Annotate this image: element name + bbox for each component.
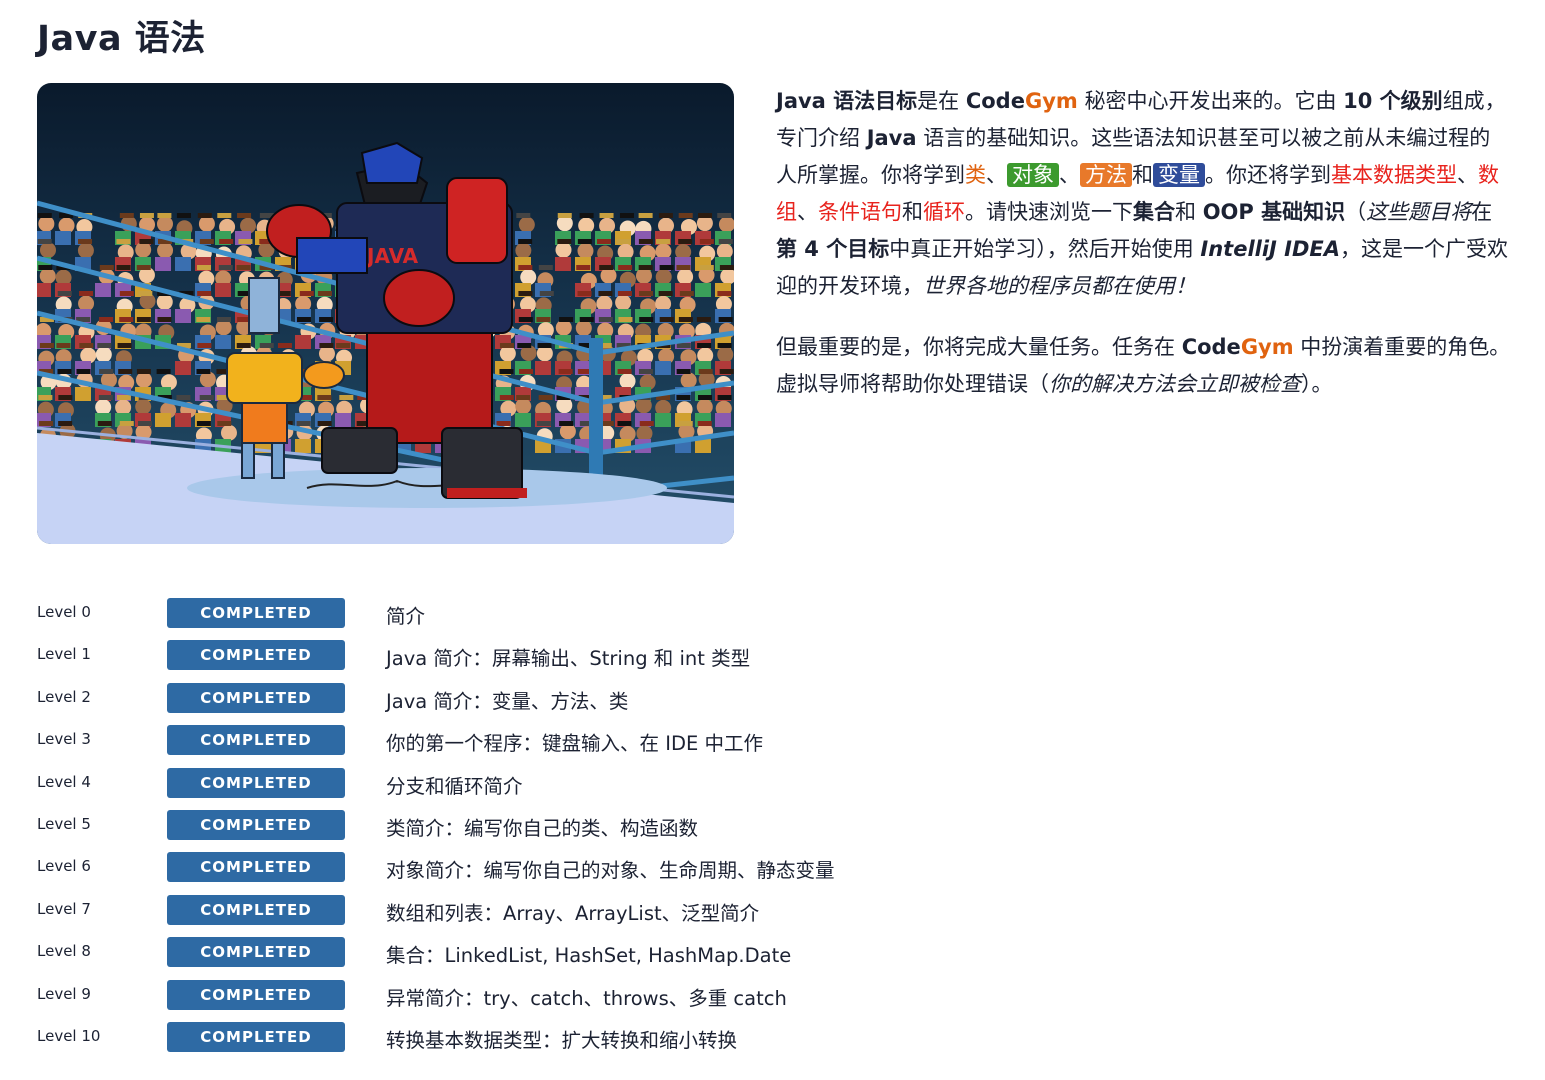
level-status-badge[interactable]: COMPLETED [167,852,345,883]
description-text-segment: Java 语法目标 [776,89,918,113]
description-text-segment: 、 [797,200,818,224]
description-text-segment: 这些题目将 [1366,200,1472,224]
level-title-link[interactable]: 你的第一个程序：键盘输入、在 IDE 中工作 [386,727,763,756]
level-label: Level 1 [37,645,91,664]
description-text-segment: Gym [1240,335,1294,359]
level-status-badge[interactable]: COMPLETED [167,640,345,671]
description-text-segment: 秘密中心开发出来的。它由 [1077,89,1344,113]
description-text-segment: 你的解决方法会立即被检查 [1049,372,1301,396]
level-title-link[interactable]: 数组和列表：Array、ArrayList、泛型简介 [386,897,759,926]
level-row[interactable]: Level 6 COMPLETED 对象简介：编写你自己的对象、生命周期、静态变量 [37,846,1037,888]
level-label: Level 9 [37,984,91,1003]
level-row[interactable]: Level 4 COMPLETED 分支和循环简介 [37,762,1037,804]
level-label: Level 5 [37,814,91,833]
level-status-badge[interactable]: COMPLETED [167,979,345,1010]
level-row[interactable]: Level 8 COMPLETED 集合：LinkedList, HashSet, … [37,931,1037,973]
description-text-segment: 中真正开始学习），然后开始使用 [889,237,1201,261]
level-label: Level 8 [37,942,91,961]
level-title-link[interactable]: 转换基本数据类型：扩大转换和缩小转换 [386,1024,737,1053]
level-title-link[interactable]: 简介 [386,600,425,629]
description-text-segment: 方法 [1080,163,1132,187]
description-text-segment: 基本数据类型 [1331,163,1457,187]
description-text-segment: 和 [1132,163,1153,187]
level-title-link[interactable]: 集合：LinkedList, HashSet, HashMap.Date [386,939,791,968]
description-text-segment: （ [1345,200,1367,224]
description-text-segment: 是在 [917,89,966,113]
level-status-badge[interactable]: COMPLETED [167,894,345,925]
level-row[interactable]: Level 3 COMPLETED 你的第一个程序：键盘输入、在 IDE 中工作 [37,719,1037,761]
description-text-segment: 类 [965,163,986,187]
description-text-segment: Java [866,126,917,150]
level-status-badge[interactable]: COMPLETED [167,809,345,840]
level-row[interactable]: Level 10 COMPLETED 转换基本数据类型：扩大转换和缩小转换 [37,1016,1037,1058]
description-text-segment: 。你还将学到 [1205,163,1331,187]
level-list: Level 0 COMPLETED 简介 Level 1 COMPLETED Java 简… [37,592,1037,1058]
description-text-segment: 、 [1457,163,1478,187]
robot-chest-sign: JAVA [365,244,419,268]
level-label: Level 3 [37,730,91,749]
level-label: Level 0 [37,603,91,621]
level-status-badge[interactable]: COMPLETED [167,767,345,798]
description-text-segment: 、 [986,163,1007,187]
description-text-segment: ）。 [1301,372,1333,396]
description-text-segment: 世界各地的程序员都在使用！ [923,274,1196,298]
description-paragraph-1: Java 语法目标是在 CodeGym 秘密中心开发出来的。它由 10 个级别组… [776,83,1511,305]
level-status-badge[interactable]: COMPLETED [167,725,345,756]
level-status-badge[interactable]: COMPLETED [167,598,345,628]
level-title-link[interactable]: Java 简介：屏幕输出、String 和 int 类型 [386,642,750,671]
description-text-segment: 、 [1059,163,1080,187]
description-text-segment: 和 [902,200,923,224]
level-row[interactable]: Level 1 COMPLETED Java 简介：屏幕输出、String 和 in… [37,634,1037,676]
description-text-segment: Code [965,89,1025,113]
level-title-link[interactable]: 异常简介：try、catch、throws、多重 catch [386,982,787,1011]
description-text-segment: 变量 [1153,163,1205,187]
description-text-segment: 。请快速浏览一下 [965,200,1133,224]
level-row[interactable]: Level 2 COMPLETED Java 简介：变量、方法、类 [37,677,1037,719]
level-label: Level 2 [37,687,91,706]
level-label: Level 7 [37,899,91,918]
description-text-segment: 对象 [1007,163,1059,187]
description-text-segment: 和 [1175,200,1203,224]
level-row[interactable]: Level 5 COMPLETED 类简介：编写你自己的类、构造函数 [37,804,1037,846]
description-text-segment: 集合 [1133,200,1175,224]
page-title: Java 语法 [37,19,206,59]
level-label: Level 10 [37,1026,101,1045]
description-text-segment: Gym [1024,89,1078,113]
level-label: Level 4 [37,772,91,791]
description-text-segment: 条件语句 [818,200,902,224]
level-status-badge[interactable]: COMPLETED [167,1021,345,1052]
description-text-segment: OOP 基础知识 [1202,200,1346,224]
level-title-link[interactable]: 类简介：编写你自己的类、构造函数 [386,812,698,841]
course-description: Java 语法目标是在 CodeGym 秘密中心开发出来的。它由 10 个级别组… [776,83,1511,427]
description-text-segment: 循环 [923,200,965,224]
level-title-link[interactable]: 对象简介：编写你自己的对象、生命周期、静态变量 [386,854,835,883]
level-row[interactable]: Level 0 COMPLETED 简介 [37,592,1037,634]
level-status-badge[interactable]: COMPLETED [167,682,345,713]
description-paragraph-2: 但最重要的是，你将完成大量任务。任务在 CodeGym 中扮演着重要的角色。虚拟… [776,329,1511,403]
description-text-segment: 第 4 个目标 [776,237,890,261]
level-status-badge[interactable]: COMPLETED [167,937,345,968]
ring-shadow [187,468,667,508]
level-title-link[interactable]: Java 简介：变量、方法、类 [386,685,628,714]
level-title-link[interactable]: 分支和循环简介 [386,770,523,799]
description-text-segment: 在 [1471,200,1493,224]
description-text-segment: 10 个级别 [1343,89,1443,113]
description-text-segment: IntelliJ IDEA [1200,237,1341,261]
description-text-segment: 但最重要的是，你将完成大量任务。任务在 [776,335,1182,359]
hero-illustration: JAVA [37,83,734,544]
level-row[interactable]: Level 7 COMPLETED 数组和列表：Array、ArrayList、泛型… [37,889,1037,931]
level-label: Level 6 [37,857,91,876]
level-row[interactable]: Level 9 COMPLETED 异常简介：try、catch、throws、多重… [37,974,1037,1016]
description-text-segment: Code [1181,335,1241,359]
